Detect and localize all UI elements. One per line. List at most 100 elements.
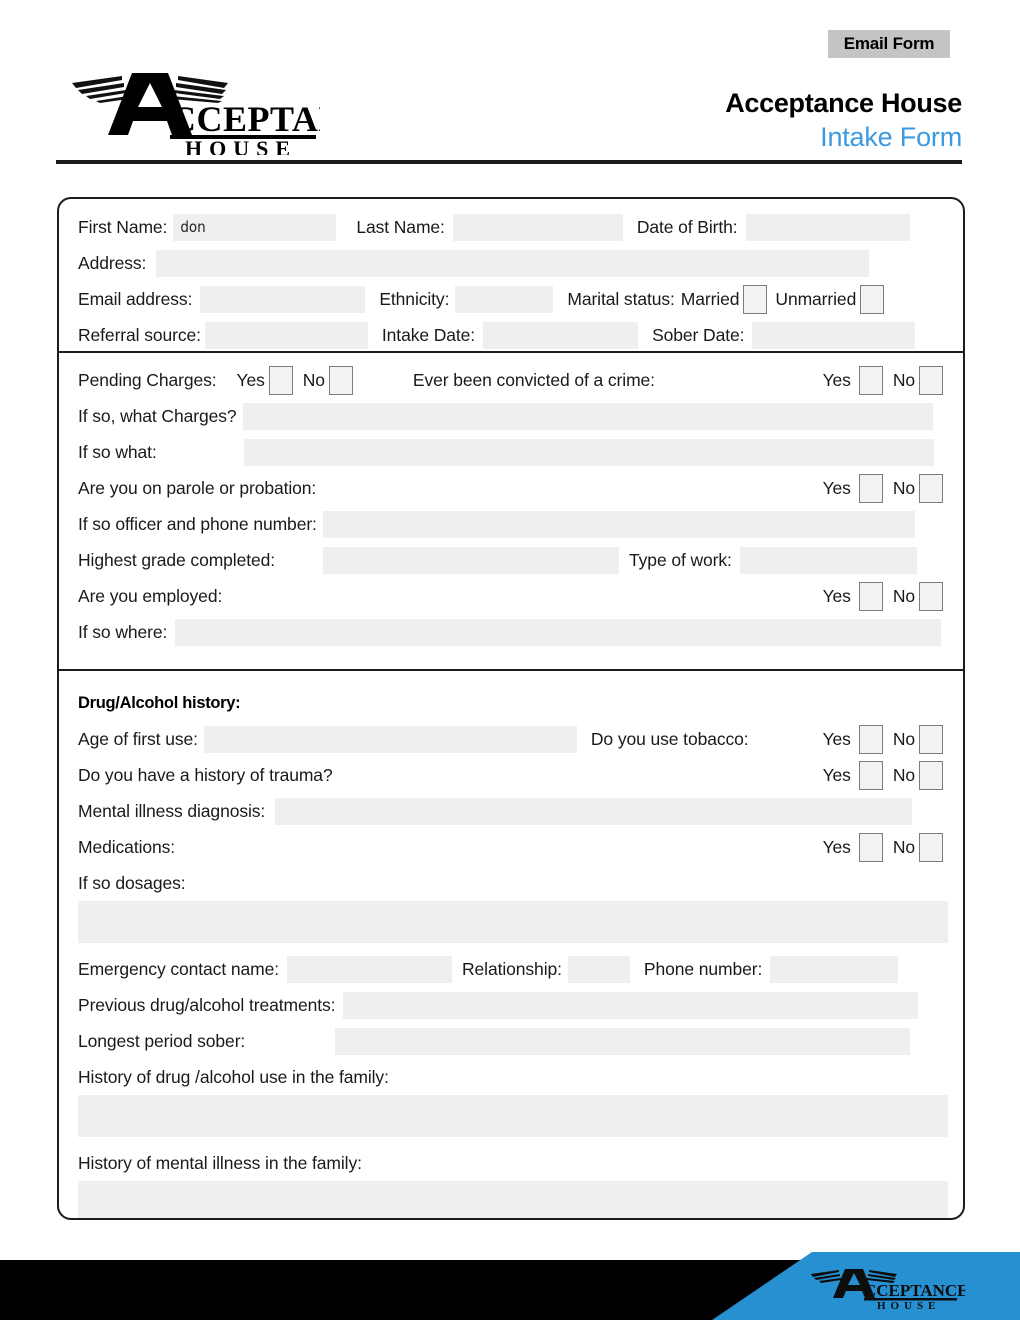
row-previous-treatments: Previous drug/alcohol treatments: [59,987,963,1023]
address-input[interactable] [156,249,870,277]
employed-no-checkbox[interactable] [919,581,943,611]
employed-no-label: No [892,585,915,606]
parole-yes-checkbox[interactable] [858,473,883,503]
tobacco-label: Do you use tobacco: [590,728,749,749]
dob-label: Date of Birth: [636,216,738,237]
row-pending-charges: Pending Charges: Yes No Ever been convic… [59,362,963,398]
family-mental-illness-label: History of mental illness in the family: [78,1152,362,1173]
highest-grade-input[interactable] [323,546,620,574]
section-personal-info: First Name: don Last Name: Date of Birth… [59,199,963,351]
trauma-yes-checkbox[interactable] [858,760,883,790]
sober-date-input[interactable] [752,321,916,349]
last-name-input[interactable] [452,213,623,241]
emergency-contact-input[interactable] [287,955,452,983]
if-so-what-input[interactable] [243,438,934,466]
what-charges-input[interactable] [242,402,933,430]
parole-no-label: No [892,477,915,498]
ethnicity-input[interactable] [455,285,554,313]
row-referral-dates: Referral source: Intake Date: Sober Date… [59,317,963,353]
officer-phone-input[interactable] [322,510,915,538]
medications-no-checkbox[interactable] [919,832,943,862]
convicted-of-crime-label: Ever been convicted of a crime: [412,369,655,390]
medications-label: Medications: [78,836,176,857]
tobacco-yes-checkbox[interactable] [858,724,883,754]
header-divider [56,160,962,164]
intake-date-input[interactable] [483,321,639,349]
parole-probation-label: Are you on parole or probation: [78,477,317,498]
referral-source-input[interactable] [204,321,368,349]
email-form-button[interactable]: Email Form [828,30,950,58]
medications-no-label: No [892,836,915,857]
first-name-input[interactable]: don [173,213,337,241]
medications-yes-checkbox[interactable] [858,832,883,862]
previous-treatments-input[interactable] [343,991,919,1019]
longest-sober-input[interactable] [335,1027,911,1055]
trauma-no-checkbox[interactable] [919,760,943,790]
intake-form-card: First Name: don Last Name: Date of Birth… [57,197,965,1220]
marital-status-label: Marital status: [567,288,675,309]
trauma-yes-label: Yes [822,764,851,785]
what-charges-label: If so, what Charges? [78,405,237,426]
row-dosages-label: If so dosages: [59,865,963,901]
married-label: Married [680,288,740,309]
row-medications: Medications: Yes No [59,829,963,865]
row-mental-illness-diagnosis: Mental illness diagnosis: [59,793,963,829]
footer-logo-word-acceptance: CCEPTANCE [864,1281,965,1300]
highest-grade-label: Highest grade completed: [78,549,276,570]
type-of-work-input[interactable] [739,546,917,574]
page-footer: CCEPTANCE HOUSE [0,1252,1020,1320]
referral-source-label: Referral source: [78,324,201,345]
convicted-no-checkbox[interactable] [919,365,943,395]
footer-acceptance-house-logo: CCEPTANCE HOUSE [805,1264,969,1312]
trauma-history-label: Do you have a history of trauma? [78,764,333,785]
email-label: Email address: [78,288,193,309]
row-if-so-what: If so what: [59,434,963,470]
address-label: Address: [78,252,147,273]
family-drug-history-textarea[interactable] [78,1095,948,1137]
relationship-input[interactable] [567,955,630,983]
pending-charges-no-label: No [302,369,325,390]
page-title: Intake Form [820,122,962,152]
pending-charges-no-checkbox[interactable] [328,365,353,395]
row-family-mental-label: History of mental illness in the family: [59,1145,963,1181]
family-drug-history-label: History of drug /alcohol use in the fami… [78,1066,389,1087]
section-drug-alcohol-history: Drug/Alcohol history: Age of first use: … [59,669,963,1218]
convicted-yes-label: Yes [822,369,851,390]
pending-charges-yes-checkbox[interactable] [268,365,293,395]
email-input[interactable] [200,285,366,313]
row-drug-section-title: Drug/Alcohol history: [59,685,963,721]
sober-date-label: Sober Date: [652,324,745,345]
convicted-no-label: No [892,369,915,390]
parole-no-checkbox[interactable] [919,473,943,503]
row-employed: Are you employed: Yes No [59,578,963,614]
married-checkbox[interactable] [743,284,768,314]
dosages-textarea[interactable] [78,901,948,943]
row-grade-work: Highest grade completed: Type of work: [59,542,963,578]
tobacco-no-checkbox[interactable] [919,724,943,754]
header-title-block: Acceptance House Intake Form [725,86,962,154]
intake-date-label: Intake Date: [381,324,476,345]
row-parole-probation: Are you on parole or probation: Yes No [59,470,963,506]
previous-treatments-label: Previous drug/alcohol treatments: [78,994,336,1015]
pending-charges-yes-label: Yes [236,369,265,390]
phone-number-input[interactable] [770,955,899,983]
row-trauma-history: Do you have a history of trauma? Yes No [59,757,963,793]
age-first-use-input[interactable] [203,725,577,753]
employed-label: Are you employed: [78,585,223,606]
longest-sober-label: Longest period sober: [78,1030,246,1051]
unmarried-checkbox[interactable] [860,284,885,314]
if-so-where-input[interactable] [175,618,942,646]
mental-illness-diagnosis-label: Mental illness diagnosis: [78,800,266,821]
row-what-charges: If so, what Charges? [59,398,963,434]
drug-alcohol-history-heading: Drug/Alcohol history: [78,693,241,712]
acceptance-house-logo: CCEPTANCE HOUSE [60,55,395,161]
dob-input[interactable] [745,213,910,241]
organization-name: Acceptance House [725,88,962,118]
employed-yes-checkbox[interactable] [858,581,883,611]
family-mental-illness-textarea[interactable] [78,1181,948,1218]
row-if-so-where: If so where: [59,614,963,650]
footer-logo-graphic: CCEPTANCE HOUSE [811,1269,969,1312]
pending-charges-label: Pending Charges: [78,369,217,390]
mental-illness-diagnosis-input[interactable] [275,797,913,825]
convicted-yes-checkbox[interactable] [858,365,883,395]
